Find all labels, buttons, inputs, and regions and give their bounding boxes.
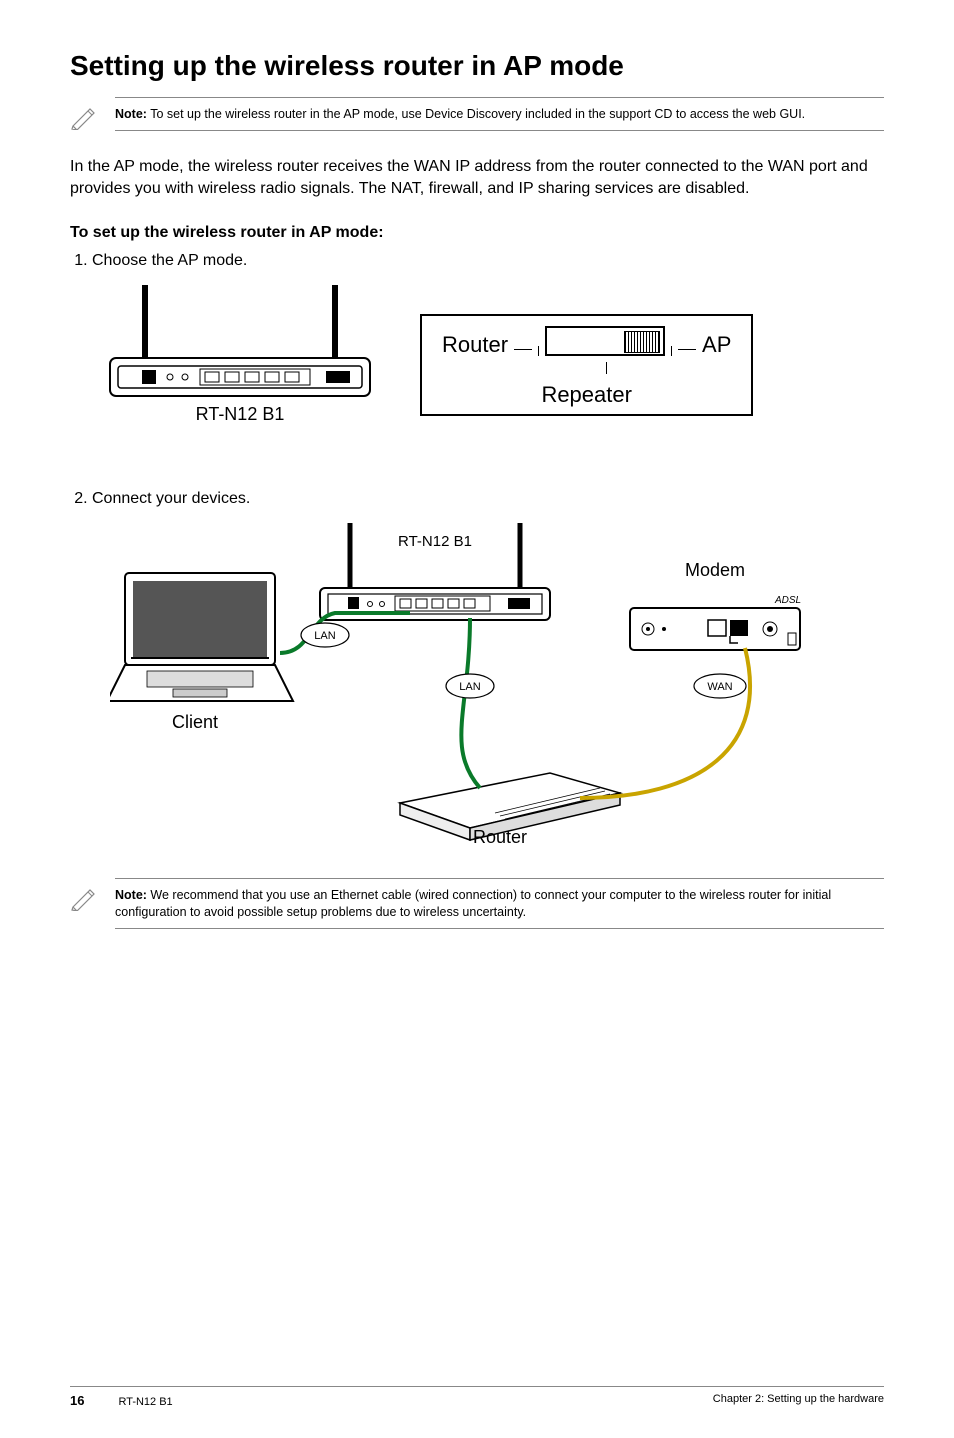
- page-title: Setting up the wireless router in AP mod…: [70, 50, 884, 82]
- device-model-label-2: RT-N12 B1: [398, 533, 472, 550]
- note-bold-1: Note:: [115, 107, 147, 121]
- router-mode-label: Router: [442, 334, 508, 356]
- mode-slider: [545, 326, 665, 356]
- lan-badge-1: LAN: [314, 630, 335, 642]
- pencil-icon: [70, 885, 100, 911]
- step-2: Connect your devices.: [92, 490, 884, 508]
- router-device-illustration: RT-N12 B1: [90, 280, 390, 450]
- footer-chapter: Chapter 2: Setting up the hardware: [713, 1393, 884, 1408]
- note-text: Note: To set up the wireless router in t…: [115, 107, 805, 121]
- adsl-label: ADSL: [774, 595, 801, 606]
- note-text-2: Note: We recommend that you use an Ether…: [115, 888, 831, 918]
- footer-model: RT-N12 B1: [118, 1396, 172, 1408]
- router-label: Router: [473, 827, 527, 847]
- lan-badge-2: LAN: [459, 681, 480, 693]
- figure-2: Client RT-N12 B1 ADSL Modem: [110, 518, 884, 853]
- step-1: Choose the AP mode.: [92, 252, 884, 270]
- slider-thumb-icon: [624, 331, 660, 353]
- figure-1: RT-N12 B1 Router AP Repeater: [90, 280, 884, 450]
- page-footer: 16 RT-N12 B1 Chapter 2: Setting up the h…: [70, 1386, 884, 1408]
- sub-heading: To set up the wireless router in AP mode…: [70, 224, 884, 242]
- page-number: 16: [70, 1393, 84, 1408]
- intro-paragraph: In the AP mode, the wireless router rece…: [70, 156, 884, 199]
- ap-mode-label: AP: [702, 334, 731, 356]
- topology-illustration: Client RT-N12 B1 ADSL Modem: [110, 518, 830, 848]
- modem-label: Modem: [685, 560, 745, 580]
- note-box-1: Note: To set up the wireless router in t…: [115, 97, 884, 131]
- pencil-icon: [70, 104, 100, 130]
- note-body-2: We recommend that you use an Ethernet ca…: [115, 888, 831, 918]
- note-body-1: To set up the wireless router in the AP …: [147, 107, 805, 121]
- note-box-2: Note: We recommend that you use an Ether…: [115, 878, 884, 929]
- repeater-mode-label: Repeater: [442, 384, 731, 406]
- client-label: Client: [172, 712, 218, 732]
- wan-badge: WAN: [707, 681, 732, 693]
- mode-switch-box: Router AP Repeater: [420, 314, 753, 416]
- note-bold-2: Note:: [115, 888, 147, 902]
- device-model-label: RT-N12 B1: [196, 404, 285, 424]
